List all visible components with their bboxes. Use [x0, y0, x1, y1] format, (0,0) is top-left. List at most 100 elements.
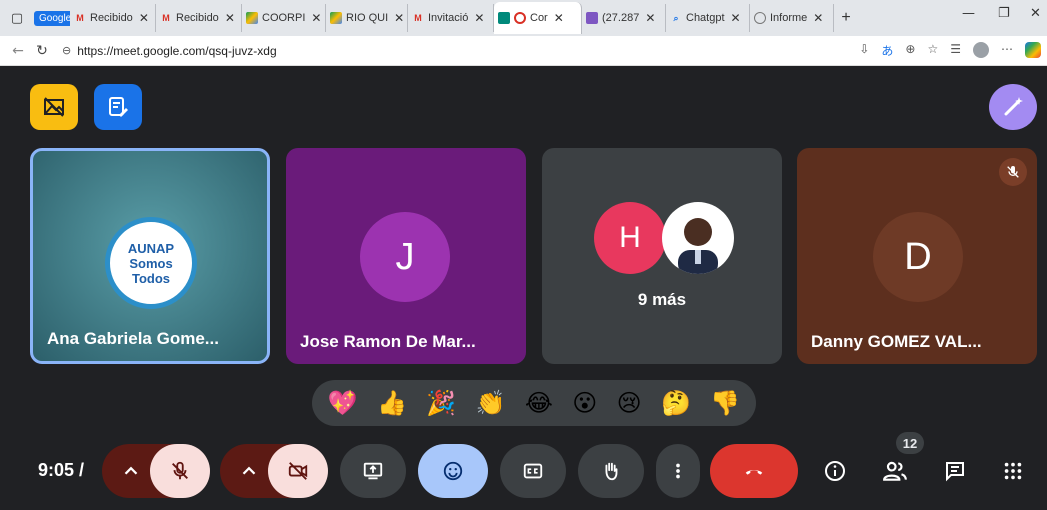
url-text: https://meet.google.com/qsq-juvz-xdg: [77, 43, 277, 58]
reload-icon[interactable]: ↻: [30, 43, 54, 59]
close-tab-icon[interactable]: ✕: [139, 11, 149, 25]
present-screen-button[interactable]: [340, 444, 406, 498]
reaction-heart[interactable]: 💖: [328, 389, 358, 417]
url-field[interactable]: ⊖ https://meet.google.com/qsq-juvz-xdg: [62, 44, 277, 58]
close-tab-icon[interactable]: ✕: [394, 11, 404, 25]
close-tab-icon[interactable]: ✕: [813, 11, 823, 25]
reaction-surprised[interactable]: 😮: [572, 389, 597, 417]
more-menu-icon[interactable]: ⋯: [1001, 42, 1013, 59]
tab-label: (27.287: [602, 12, 640, 24]
effects-button[interactable]: [989, 84, 1037, 130]
meet-icon: [498, 12, 510, 24]
tab-google[interactable]: Google: [30, 4, 70, 32]
tab-rio-qui[interactable]: RIO QUI ✕: [326, 4, 408, 32]
tab-actions-icon[interactable]: ▢: [4, 5, 30, 31]
reaction-laugh[interactable]: 😂: [525, 389, 553, 417]
close-tab-icon[interactable]: ✕: [554, 11, 564, 25]
tab-label: Invitació: [428, 12, 469, 24]
person-photo-icon: [678, 218, 718, 274]
download-icon[interactable]: ⇩: [859, 42, 869, 59]
more-options-button[interactable]: [656, 444, 700, 498]
people-button[interactable]: [880, 456, 910, 486]
tab-invitacion[interactable]: M Invitació ✕: [408, 4, 494, 32]
avatar-letter: H: [619, 221, 641, 254]
reaction-thumbs-down[interactable]: 👎: [710, 389, 740, 417]
reactions-bar: 💖 👍 🎉 👏 😂 😮 😢 🤔 👎: [312, 380, 756, 426]
reaction-clap[interactable]: 👏: [476, 389, 506, 417]
tab-label: Google: [34, 10, 70, 26]
chat-icon: [946, 462, 964, 482]
drive-icon: [246, 12, 258, 24]
participant-avatar: J: [360, 212, 450, 302]
camera-toggle-button[interactable]: [268, 444, 328, 498]
close-tab-icon[interactable]: ✕: [225, 11, 235, 25]
others-tile[interactable]: H 9 más: [542, 148, 782, 364]
address-bar: ← ↻ ⊖ https://meet.google.com/qsq-juvz-x…: [0, 36, 1047, 66]
copilot-icon[interactable]: [1025, 42, 1041, 58]
browser-tab-bar: ▢ Google M Recibido ✕ M Recibido ✕ COORP…: [0, 0, 1047, 36]
participant-tile[interactable]: D Danny GOMEZ VAL...: [797, 148, 1037, 364]
zoom-icon[interactable]: ⊕: [905, 42, 915, 59]
notes-button[interactable]: [94, 84, 142, 130]
web-icon: [754, 12, 766, 24]
tab-recibido-2[interactable]: M Recibido ✕: [156, 4, 242, 32]
profile-icon[interactable]: [973, 42, 989, 58]
restore-icon[interactable]: ❐: [998, 6, 1010, 21]
mail-icon: [586, 12, 598, 24]
camera-off-icon: [288, 462, 308, 480]
avatar-logo-text: AUNAP Somos Todos: [127, 240, 175, 286]
participant-name: Danny GOMEZ VAL...: [811, 332, 982, 351]
apps-grid-icon: [1004, 462, 1022, 480]
close-tab-icon[interactable]: ✕: [731, 11, 741, 25]
participant-tile[interactable]: J Jose Ramon De Mar...: [286, 148, 526, 364]
background-off-icon: [44, 97, 64, 117]
leave-call-button[interactable]: [710, 444, 798, 498]
reaction-thinking[interactable]: 🤔: [661, 389, 691, 417]
favorite-star-icon[interactable]: ☆: [927, 42, 938, 59]
tab-informe[interactable]: Informe ✕: [750, 4, 834, 32]
site-info-icon[interactable]: ⊖: [62, 44, 71, 57]
raise-hand-button[interactable]: [578, 444, 644, 498]
muted-icon: [999, 158, 1027, 186]
magic-wand-icon: [1004, 97, 1023, 116]
hang-up-icon: [745, 470, 763, 475]
reaction-party[interactable]: 🎉: [426, 389, 456, 417]
avatar-letter: J: [395, 235, 415, 278]
reaction-thumbs-up[interactable]: 👍: [377, 389, 407, 417]
meeting-info-button[interactable]: [820, 456, 850, 486]
hide-background-button[interactable]: [30, 84, 78, 130]
close-window-icon[interactable]: ✕: [1030, 6, 1041, 21]
favorites-icon[interactable]: ☰: [950, 42, 961, 59]
participant-photo-avatar: [662, 202, 734, 274]
back-icon[interactable]: ←: [6, 43, 30, 59]
reactions-button[interactable]: [418, 444, 488, 498]
chevron-up-icon: [124, 466, 138, 475]
search-icon: ⌕: [673, 13, 679, 23]
mic-off-icon: [172, 461, 188, 480]
info-icon: [825, 461, 845, 481]
close-tab-icon[interactable]: ✕: [645, 11, 655, 25]
tab-meet-active[interactable]: Cor ✕: [494, 2, 582, 34]
new-tab-button[interactable]: +: [834, 9, 858, 27]
reaction-sad[interactable]: 😢: [617, 389, 642, 417]
participant-name: Jose Ramon De Mar...: [300, 332, 476, 351]
tab-chatgpt[interactable]: ⌕ Chatgpt ✕: [666, 4, 750, 32]
tab-coorpi[interactable]: COORPI ✕: [242, 4, 326, 32]
chat-button[interactable]: [940, 456, 970, 486]
microphone-toggle-button[interactable]: [150, 444, 210, 498]
minimize-icon[interactable]: —: [962, 6, 975, 21]
close-tab-icon[interactable]: ✕: [474, 11, 484, 25]
tab-recibido-1[interactable]: M Recibido ✕: [70, 4, 156, 32]
tab-mail-count[interactable]: (27.287 ✕: [582, 4, 666, 32]
tab-label: Informe: [770, 12, 808, 24]
close-tab-icon[interactable]: ✕: [311, 11, 321, 25]
drive-icon: [330, 12, 342, 24]
activities-button[interactable]: [998, 456, 1028, 486]
participant-tile[interactable]: AUNAP Somos Todos Ana Gabriela Gome...: [30, 148, 270, 364]
address-bar-actions: ⇩ あ ⊕ ☆ ☰ ⋯: [859, 42, 1041, 59]
avatar-letter: D: [904, 235, 932, 278]
chevron-up-icon: [242, 466, 256, 475]
translate-icon[interactable]: あ: [881, 42, 893, 59]
participant-name: Ana Gabriela Gome...: [47, 329, 219, 348]
captions-button[interactable]: [500, 444, 566, 498]
